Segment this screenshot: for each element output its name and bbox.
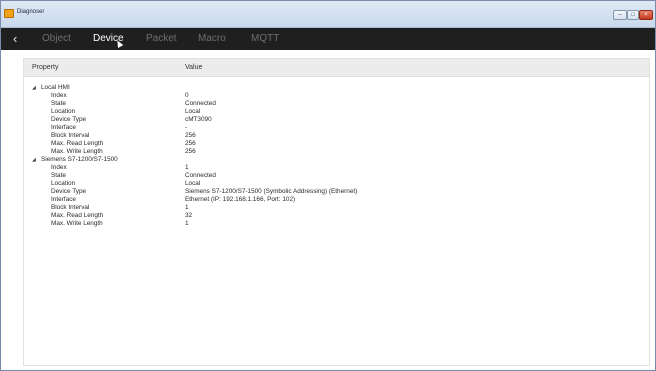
- value-cell: 1: [185, 204, 189, 211]
- group-row-local-hmi[interactable]: ◢ Local HMI: [24, 84, 649, 92]
- table-row[interactable]: Location Local: [24, 108, 649, 116]
- table-row[interactable]: Device Type Siemens S7-1200/S7-1500 (Sym…: [24, 188, 649, 196]
- group-name: Siemens S7-1200/S7-1500: [41, 156, 118, 163]
- value-cell: 32: [185, 212, 193, 219]
- back-chevron-icon[interactable]: ‹: [13, 30, 17, 47]
- table-header: Property Value: [24, 59, 649, 77]
- property-column-header[interactable]: Property: [32, 64, 58, 71]
- value-cell: 256: [185, 140, 196, 147]
- value-cell: Connected: [185, 100, 216, 107]
- property-cell: Location: [51, 108, 76, 115]
- value-cell: Local: [185, 108, 201, 115]
- table-row[interactable]: Interface Ethernet (IP: 192.168.1.166, P…: [24, 196, 649, 204]
- window-title: Diagnoser: [17, 9, 45, 15]
- minimize-button[interactable]: –: [613, 10, 627, 20]
- table-row[interactable]: Max. Write Length 256: [24, 148, 649, 156]
- property-cell: Max. Read Length: [51, 140, 104, 147]
- table-row[interactable]: Max. Read Length 256: [24, 140, 649, 148]
- value-cell: Siemens S7-1200/S7-1500 (Symbolic Addres…: [185, 188, 358, 195]
- value-column-header[interactable]: Value: [185, 64, 202, 71]
- tab-object[interactable]: Object: [42, 33, 71, 45]
- value-cell: 0: [185, 92, 189, 99]
- property-cell: Device Type: [51, 116, 87, 123]
- tab-bar: ‹ Object Device Packet Macro MQTT: [1, 28, 655, 50]
- tab-macro[interactable]: Macro: [198, 33, 226, 45]
- property-cell: Index: [51, 164, 67, 171]
- tab-mqtt[interactable]: MQTT: [251, 33, 279, 45]
- property-cell: State: [51, 100, 66, 107]
- value-cell: Ethernet (IP: 192.168.1.166, Port: 102): [185, 196, 296, 203]
- group-row-siemens[interactable]: ◢ Siemens S7-1200/S7-1500: [24, 156, 649, 164]
- table-row[interactable]: Max. Write Length 1: [24, 220, 649, 228]
- maximize-button[interactable]: □: [627, 10, 639, 20]
- property-cell: Max. Write Length: [51, 220, 103, 227]
- property-cell: Index: [51, 92, 67, 99]
- property-cell: Block Interval: [51, 204, 90, 211]
- property-cell: Interface: [51, 196, 76, 203]
- tab-packet[interactable]: Packet: [146, 33, 177, 45]
- value-cell: 1: [185, 220, 189, 227]
- property-cell: Device Type: [51, 188, 87, 195]
- value-cell: Local: [185, 180, 201, 187]
- value-cell: 256: [185, 132, 196, 139]
- group-name: Local HMI: [41, 84, 70, 91]
- value-cell: 1: [185, 164, 189, 171]
- table-row[interactable]: State Connected: [24, 100, 649, 108]
- table-row[interactable]: Device Type cMT3090: [24, 116, 649, 124]
- table-row[interactable]: Index 1: [24, 164, 649, 172]
- property-cell: Max. Write Length: [51, 148, 103, 155]
- table-row[interactable]: Max. Read Length 32: [24, 212, 649, 220]
- property-cell: State: [51, 172, 66, 179]
- table-row[interactable]: Interface -: [24, 124, 649, 132]
- value-cell: Connected: [185, 172, 216, 179]
- property-cell: Max. Read Length: [51, 212, 104, 219]
- close-button[interactable]: ×: [639, 10, 653, 20]
- value-cell: -: [185, 124, 188, 131]
- table-row[interactable]: Block Interval 256: [24, 132, 649, 140]
- table-row[interactable]: Block Interval 1: [24, 204, 649, 212]
- table-row[interactable]: Location Local: [24, 180, 649, 188]
- table-row[interactable]: Index 0: [24, 92, 649, 100]
- value-cell: cMT3090: [185, 116, 212, 123]
- property-cell: Location: [51, 180, 76, 187]
- diagnoser-window: Diagnoser – □ × ‹ Object Device Packet M…: [0, 0, 656, 371]
- title-bar: Diagnoser – □ ×: [1, 1, 655, 28]
- device-property-table: Property Value ◢ Local HMI Index 0 State…: [23, 58, 650, 366]
- expander-icon[interactable]: ◢: [32, 156, 36, 164]
- app-icon: [4, 9, 14, 18]
- value-cell: 256: [185, 148, 196, 155]
- property-cell: Interface: [51, 124, 76, 131]
- property-cell: Block Interval: [51, 132, 90, 139]
- table-row[interactable]: State Connected: [24, 172, 649, 180]
- expander-icon[interactable]: ◢: [32, 84, 36, 92]
